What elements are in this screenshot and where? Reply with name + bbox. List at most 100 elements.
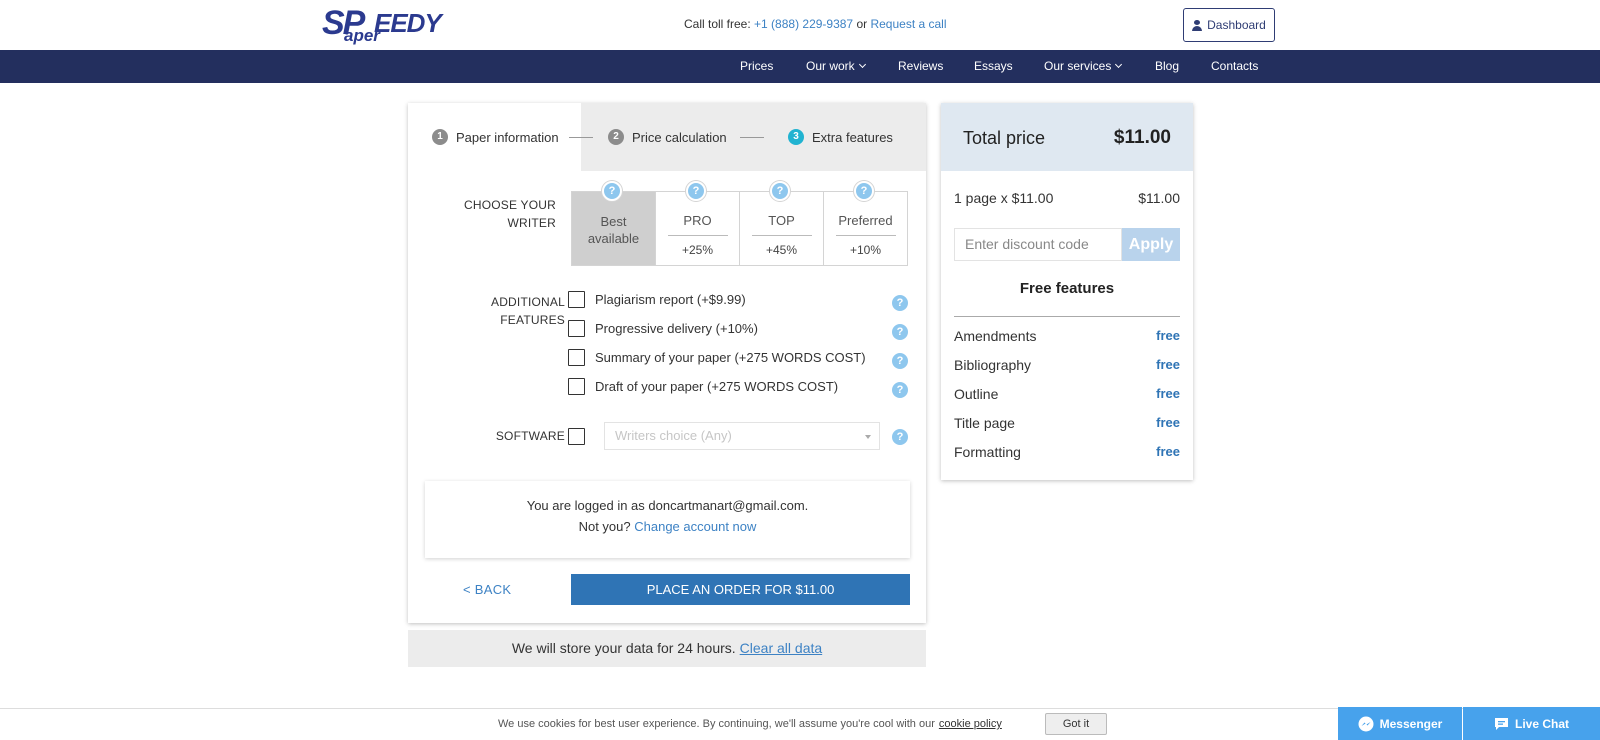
nav-label: Reviews [898,59,944,73]
help-icon[interactable]: ? [892,324,908,340]
toll-free-info: Call toll free: +1 (888) 229-9387 or Req… [684,17,947,31]
feature-progressive-delivery[interactable]: Progressive delivery (+10%) [568,319,758,337]
nav-prices[interactable]: Prices [740,50,773,83]
name-line: Best [600,214,627,229]
step-price-calculation[interactable]: 2 Price calculation [608,129,727,145]
live-chat-label: Live Chat [1514,716,1569,731]
software-select-value: Writers choice (Any) [615,428,732,443]
speedypaper-logo[interactable]: SP EEDY aper [322,4,447,45]
nav-our-work[interactable]: Our work [806,50,866,83]
nav-reviews[interactable]: Reviews [898,50,943,83]
dropdown-caret-icon [865,435,871,439]
help-icon[interactable]: ? [892,382,908,398]
top-header: SP EEDY aper Call toll free: +1 (888) 22… [0,0,1600,50]
nav-label: Contacts [1211,59,1259,73]
messenger-button[interactable]: Messenger [1338,707,1462,740]
help-icon[interactable]: ? [602,181,622,201]
dashboard-button[interactable]: Dashboard [1183,8,1275,42]
feature-checkbox[interactable] [568,290,585,308]
nav-essays[interactable]: Essays [974,50,1013,83]
writer-option-pro[interactable]: PRO +25% [655,191,740,266]
free-feature-label: Title page [954,415,1015,431]
apply-discount-button[interactable]: Apply [1122,228,1180,261]
free-features-title: Free features [1019,280,1115,297]
dashboard-label: Dashboard [1207,18,1266,32]
step-number: 1 [432,129,448,145]
nav-label: Prices [740,59,774,73]
divider [667,235,728,236]
writer-option-preferred[interactable]: Preferred +10% [823,191,908,266]
step-number: 3 [788,129,804,145]
free-feature-label: Outline [954,386,999,402]
writer-option-top[interactable]: TOP +45% [739,191,824,266]
logo-text-small: aper [344,26,380,45]
feature-summary[interactable]: Summary of your paper (+275 WORDS COST) [568,348,866,366]
total-price-header: Total price $11.00 [941,103,1193,171]
feature-plagiarism-report[interactable]: Plagiarism report (+$9.99) [568,290,746,308]
help-icon[interactable]: ? [892,295,908,311]
place-order-button[interactable]: PLACE AN ORDER FOR $11.00 [571,574,910,605]
cookie-message: We use cookies for best user experience.… [498,718,1002,730]
nav-our-services[interactable]: Our services [1044,50,1123,83]
help-icon[interactable]: ? [892,353,908,369]
writer-option-name: TOP [768,213,795,228]
nav-label: Blog [1155,59,1180,73]
clear-data-link[interactable]: Clear all data [740,640,823,656]
logged-in-text: You are logged in as doncartmanart@gmail… [526,498,809,513]
price-line-label: 1 page x $11.00 [954,190,1054,206]
or-text: or [856,17,868,31]
step-label: Paper information [456,129,559,145]
price-breakdown-line: 1 page x $11.00 $11.00 [954,190,1180,206]
writer-option-best-available[interactable]: Best available [571,191,656,266]
cookie-got-it-button[interactable]: Got it [1045,713,1107,735]
nav-label: Our work [806,59,855,73]
label-line: CHOOSE YOUR [464,198,556,212]
cookie-text: We use cookies for best user experience.… [498,718,935,730]
nav-label: Essays [974,59,1013,73]
step-number: 2 [608,129,624,145]
nav-label: Our services [1044,59,1112,73]
nav-contacts[interactable]: Contacts [1211,50,1258,83]
feature-draft[interactable]: Draft of your paper (+275 WORDS COST) [568,377,838,395]
software-checkbox[interactable] [568,428,585,445]
nav-blog[interactable]: Blog [1155,50,1179,83]
feature-checkbox[interactable] [568,319,585,337]
software-select[interactable]: Writers choice (Any) [604,422,880,450]
label-line: FEATURES [500,313,565,327]
toll-free-label: Call toll free: [684,17,755,31]
label-line: WRITER [507,216,556,230]
feature-label: Draft of your paper (+275 WORDS COST) [595,378,839,394]
help-icon[interactable]: ? [686,181,706,201]
messenger-label: Messenger [1379,716,1443,731]
help-icon[interactable]: ? [770,181,790,201]
data-storage-notice: We will store your data for 24 hours. Cle… [408,630,926,667]
feature-checkbox[interactable] [568,348,585,366]
free-feature-row: Title page free [954,415,1180,431]
help-icon[interactable]: ? [854,181,874,201]
help-icon[interactable]: ? [892,429,908,445]
step-paper-information[interactable]: 1 Paper information [432,129,559,145]
chevron-down-icon [1115,60,1123,69]
features-section-label: ADDITIONAL FEATURES [448,293,565,329]
feature-checkbox[interactable] [568,377,585,395]
order-form-card: 1 Paper information 2 Price calculation … [408,103,926,623]
step-connector [569,137,593,138]
free-feature-value: free [1156,328,1180,343]
back-link[interactable]: < BACK [463,582,511,597]
cookie-policy-link[interactable]: cookie policy [939,718,1002,730]
free-feature-label: Amendments [954,328,1037,344]
discount-code-input[interactable]: Enter discount code [954,228,1122,261]
phone-link[interactable]: +1 (888) 229-9387 [754,17,853,31]
free-feature-label: Bibliography [954,357,1032,373]
login-info-box: You are logged in as doncartmanart@gmail… [425,481,910,558]
request-call-link[interactable]: Request a call [870,17,946,31]
live-chat-button[interactable]: Live Chat [1463,707,1600,740]
feature-label: Plagiarism report (+$9.99) [595,291,746,307]
feature-label: Summary of your paper (+275 WORDS COST) [595,349,866,365]
total-price-title: Total price [963,128,1046,148]
step-extra-features[interactable]: 3 Extra features [788,129,893,145]
step-connector [740,137,764,138]
step-label: Price calculation [632,129,727,145]
free-feature-row: Bibliography free [954,357,1180,373]
change-account-link[interactable]: Change account now [634,519,756,534]
